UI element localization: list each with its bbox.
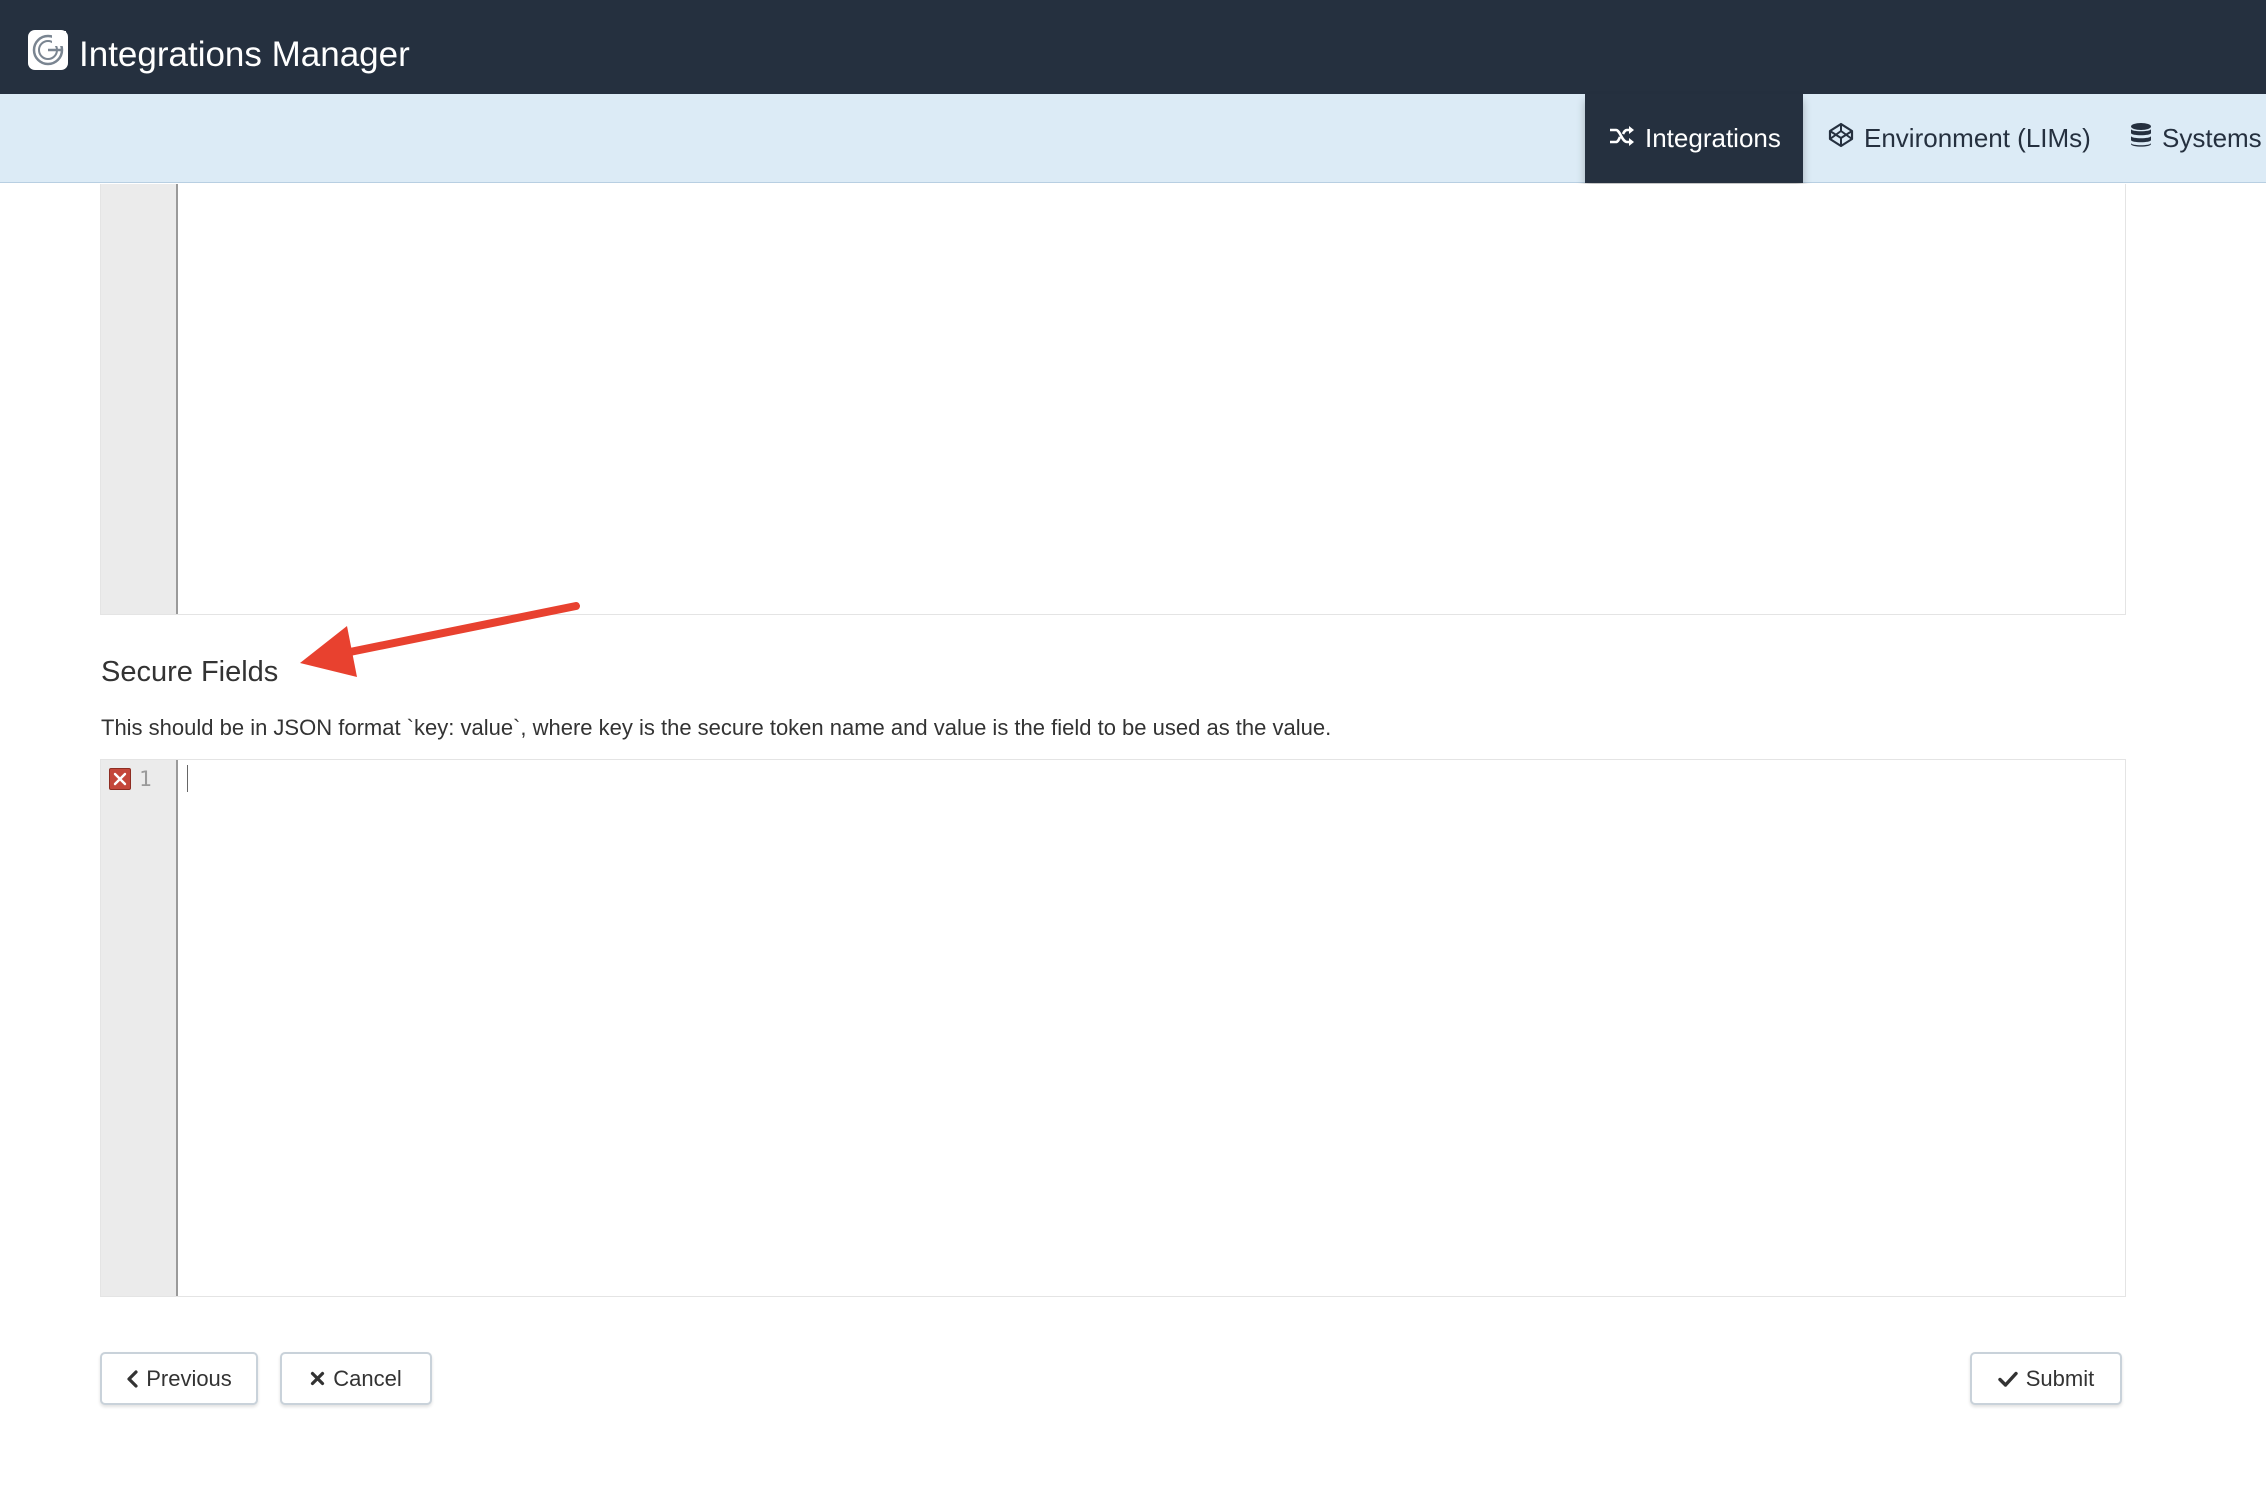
checkmark-icon (1998, 1371, 2018, 1387)
app-header: Integrations Manager (0, 0, 2266, 94)
submit-button[interactable]: Submit (1970, 1352, 2122, 1405)
previous-field-editor[interactable] (100, 184, 2126, 615)
gutter-line: 1 (109, 763, 152, 795)
editor-gutter: 1 (101, 760, 178, 1296)
cancel-button-label: Cancel (333, 1365, 402, 1391)
secure-fields-help: This should be in JSON format `key: valu… (101, 715, 1332, 740)
cancel-button[interactable]: Cancel (280, 1352, 432, 1405)
close-icon (310, 1371, 325, 1386)
app-title: Integrations Manager (79, 35, 410, 74)
editor-gutter (101, 184, 178, 614)
tab-environment-label: Environment (LIMs) (1864, 123, 2091, 153)
tab-environment[interactable]: Environment (LIMs) (1828, 94, 2108, 183)
previous-button-label: Previous (146, 1365, 232, 1391)
tab-systems[interactable]: Systems (2130, 94, 2266, 183)
codepen-icon (1828, 122, 1854, 155)
g-logo-icon[interactable] (27, 29, 69, 71)
nav-bar: Integrations Environment (LIMs) Systems (0, 94, 2266, 183)
tab-integrations[interactable]: Integrations (1585, 94, 1803, 183)
shuffle-icon (1609, 123, 1635, 154)
text-cursor (187, 765, 188, 792)
tab-integrations-label: Integrations (1645, 123, 1781, 153)
submit-button-label: Submit (2025, 1365, 2095, 1391)
error-x-icon[interactable] (109, 768, 131, 790)
database-icon (2130, 122, 2152, 155)
secure-fields-editor[interactable]: 1 (100, 759, 2126, 1297)
tab-systems-label: Systems (2162, 123, 2262, 153)
chevron-left-icon (126, 1369, 138, 1388)
secure-fields-title: Secure Fields (101, 656, 279, 688)
previous-button[interactable]: Previous (100, 1352, 258, 1405)
line-number: 1 (139, 767, 152, 791)
